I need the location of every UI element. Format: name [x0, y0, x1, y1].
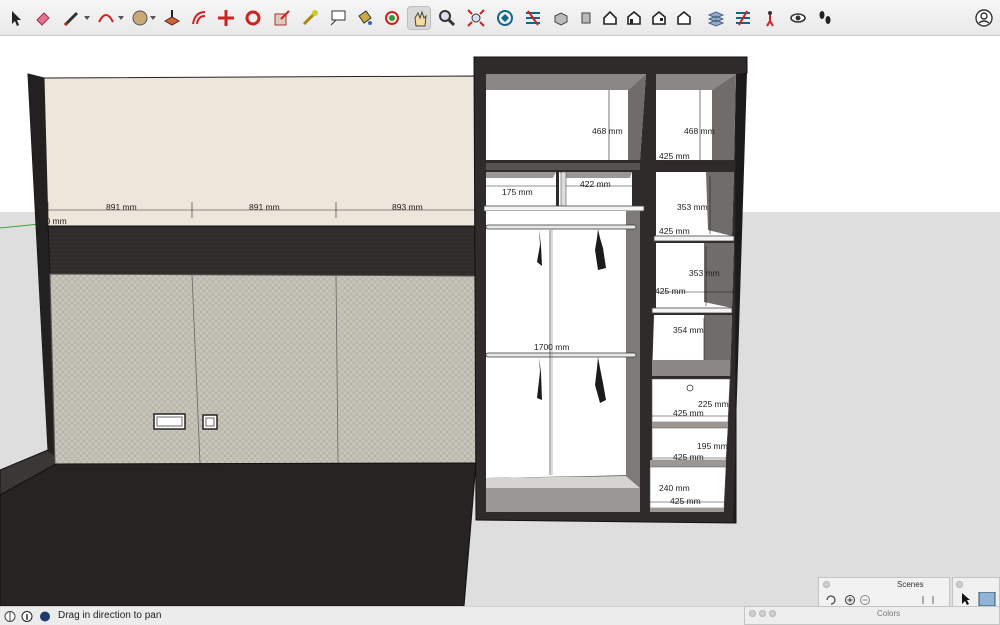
section-plane-icon[interactable]: [704, 6, 728, 30]
dim-right-top-width: 425 mm: [659, 151, 690, 161]
scenes-panel-title: Scenes: [897, 580, 924, 589]
walk-tool-icon[interactable]: [813, 6, 837, 30]
eraser-tool-icon[interactable]: [31, 6, 55, 30]
back-view-icon[interactable]: [647, 6, 671, 30]
dim-top-2: 891 mm: [249, 202, 280, 212]
dim-drawer-1-width: 425 mm: [673, 408, 704, 418]
status-message: Drag in direction to pan: [58, 610, 162, 621]
scene-options-icon[interactable]: [922, 596, 934, 604]
panel-minimize-dot[interactable]: [759, 610, 766, 617]
model-viewport[interactable]: 891 mm 891 mm 893 mm 000 mm 468 mm 468 m…: [0, 36, 1000, 606]
orbit-tool-icon[interactable]: [380, 6, 404, 30]
material-swatch-icon[interactable]: [978, 592, 996, 606]
dim-drawer-2-width: 425 mm: [673, 452, 704, 462]
panel-close-dot[interactable]: [749, 610, 756, 617]
dim-drawer-2-height: 195 mm: [697, 441, 728, 451]
offset-tool-icon[interactable]: [187, 6, 211, 30]
dim-shelf-2-height: 353 mm: [689, 268, 720, 278]
move-tool-icon[interactable]: [214, 6, 238, 30]
materials-panel: [952, 577, 1000, 607]
info-icon[interactable]: [21, 611, 33, 622]
paint-bucket-tool-icon[interactable]: [353, 6, 377, 30]
text-tool-icon[interactable]: [326, 6, 350, 30]
position-camera-icon[interactable]: [758, 6, 782, 30]
pencil-line-tool-icon[interactable]: [60, 6, 84, 30]
layout-send-icon[interactable]: [731, 6, 755, 30]
pencil-dropdown-icon[interactable]: [84, 16, 90, 20]
geo-location-icon[interactable]: [4, 611, 16, 622]
panel-zoom-dot[interactable]: [769, 610, 776, 617]
scenes-panel: Scenes: [818, 577, 950, 607]
account-icon[interactable]: [972, 6, 996, 30]
zoom-tool-icon[interactable]: [435, 6, 459, 30]
3d-warehouse-icon[interactable]: [493, 6, 517, 30]
tape-measure-tool-icon[interactable]: [298, 6, 322, 30]
rotate-tool-icon[interactable]: [241, 6, 265, 30]
dim-left-cut: 000 mm: [36, 216, 67, 226]
dim-shelf-1-width: 425 mm: [659, 226, 690, 236]
dim-left-top-height: 468 mm: [592, 126, 623, 136]
scale-tool-icon[interactable]: [270, 6, 294, 30]
cursor-icon[interactable]: [962, 593, 970, 605]
add-scene-icon[interactable]: [845, 595, 855, 605]
arc-tool-icon[interactable]: [94, 6, 118, 30]
colors-panel: Colors: [744, 606, 1000, 625]
dim-shelf-1-height: 353 mm: [677, 202, 708, 212]
colors-panel-title: Colors: [877, 609, 901, 618]
panel-close-dot[interactable]: [956, 581, 963, 588]
refresh-icon[interactable]: [826, 595, 836, 605]
main-toolbar: [0, 0, 1000, 36]
user-status-icon[interactable]: [40, 611, 50, 622]
dim-small-shelf-height: 175 mm: [502, 187, 533, 197]
right-view-icon[interactable]: [622, 6, 646, 30]
dim-small-shelf-width: 422 mm: [580, 179, 611, 189]
look-around-icon[interactable]: [786, 6, 810, 30]
dim-shelf-3-height: 354 mm: [673, 325, 704, 335]
zoom-extents-tool-icon[interactable]: [464, 6, 488, 30]
dim-drawer-3-height: 240 mm: [659, 483, 690, 493]
front-view-icon[interactable]: [598, 6, 622, 30]
left-view-icon[interactable]: [672, 6, 696, 30]
iso-view-icon[interactable]: [549, 6, 573, 30]
dim-shelf-2-width: 425 mm: [655, 286, 686, 296]
push-pull-tool-icon[interactable]: [160, 6, 184, 30]
dim-hanging-height: 1700 mm: [534, 342, 569, 352]
remove-scene-icon[interactable]: [860, 595, 870, 605]
dimension-labels: 891 mm 891 mm 893 mm 000 mm 468 mm 468 m…: [36, 126, 729, 506]
shapes-dropdown-icon[interactable]: [150, 16, 156, 20]
extension-warehouse-icon[interactable]: [521, 6, 545, 30]
dim-top-1: 891 mm: [106, 202, 137, 212]
top-view-icon[interactable]: [574, 6, 598, 30]
dim-drawer-3-width: 425 mm: [670, 496, 701, 506]
select-tool-icon[interactable]: [4, 6, 28, 30]
arc-dropdown-icon[interactable]: [118, 16, 124, 20]
panel-close-dot[interactable]: [823, 581, 830, 588]
pan-tool-icon[interactable]: [407, 6, 431, 30]
dim-right-top-height: 468 mm: [684, 126, 715, 136]
shapes-tool-icon[interactable]: [128, 6, 152, 30]
dim-top-3: 893 mm: [392, 202, 423, 212]
